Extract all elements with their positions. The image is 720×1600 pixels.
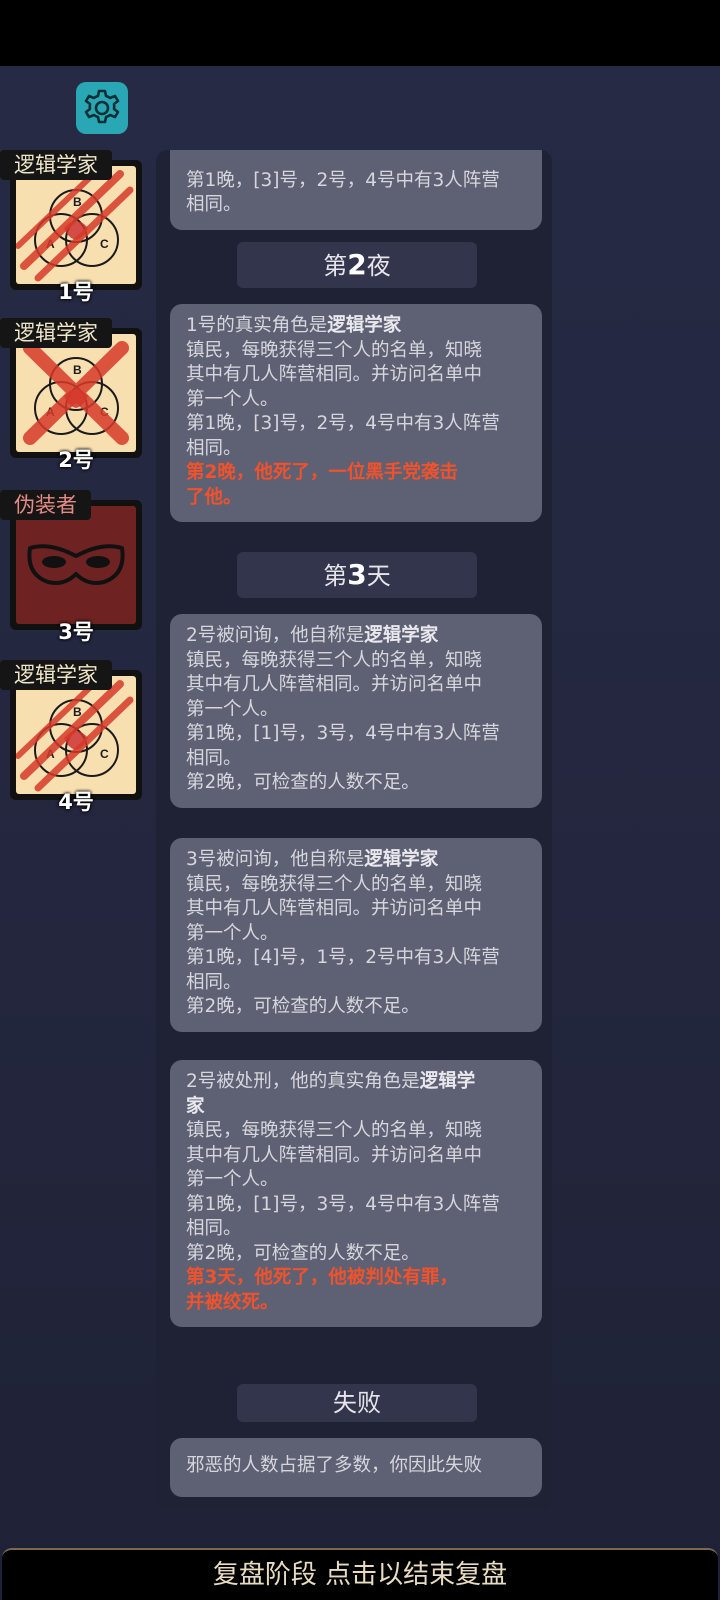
player-number: 4号 bbox=[58, 790, 94, 814]
mask-icon bbox=[27, 544, 125, 585]
player-card-4[interactable]: B A C 逻辑学家 4号 bbox=[0, 660, 150, 820]
role-name: 逻辑学家 bbox=[0, 318, 112, 348]
phase-header-day-3: 第3天 bbox=[237, 552, 477, 598]
game-log[interactable]: 第1晚，[3]号，2号，4号中有3人阵营 相同。 第2夜 1号的真实角色是逻辑学… bbox=[156, 150, 552, 1510]
gear-icon bbox=[84, 89, 120, 124]
phase-header-night-2: 第2夜 bbox=[237, 242, 477, 288]
player-card-1[interactable]: B A C 逻辑学家 1号 bbox=[0, 150, 150, 310]
claw-slash-icon bbox=[16, 676, 134, 792]
log-message: 2号被处刑，他的真实角色是逻辑学 家 镇民，每晚获得三个人的名单，知晓 其中有几… bbox=[170, 1060, 542, 1327]
log-message-result: 邪恶的人数占据了多数，你因此失败 bbox=[170, 1438, 542, 1497]
execution-cross-icon bbox=[23, 341, 129, 445]
log-message: 3号被问询，他自称是逻辑学家 镇民，每晚获得三个人的名单，知晓 其中有几人阵营相… bbox=[170, 838, 542, 1032]
role-name: 逻辑学家 bbox=[0, 150, 112, 180]
player-card-3[interactable]: 伪装者 3号 bbox=[0, 490, 150, 650]
phase-header-defeat: 失败 bbox=[237, 1384, 477, 1422]
log-message: 2号被问询，他自称是逻辑学家 镇民，每晚获得三个人的名单，知晓 其中有几人阵营相… bbox=[170, 614, 542, 808]
player-number: 1号 bbox=[58, 280, 94, 304]
claw-slash-icon bbox=[16, 166, 134, 282]
status-bar bbox=[0, 0, 720, 66]
player-card-2[interactable]: B A C 逻辑学家 2号 bbox=[0, 318, 150, 478]
settings-button[interactable] bbox=[76, 82, 128, 134]
player-number: 2号 bbox=[58, 448, 94, 472]
end-review-button[interactable]: 复盘阶段 点击以结束复盘 bbox=[2, 1548, 718, 1600]
log-message: 第1晚，[3]号，2号，4号中有3人阵营 相同。 bbox=[170, 150, 542, 230]
role-name: 逻辑学家 bbox=[0, 660, 112, 690]
player-number: 3号 bbox=[58, 620, 94, 644]
log-message: 1号的真实角色是逻辑学家 镇民，每晚获得三个人的名单，知晓 其中有几人阵营相同。… bbox=[170, 304, 542, 522]
role-name: 伪装者 bbox=[0, 490, 91, 520]
